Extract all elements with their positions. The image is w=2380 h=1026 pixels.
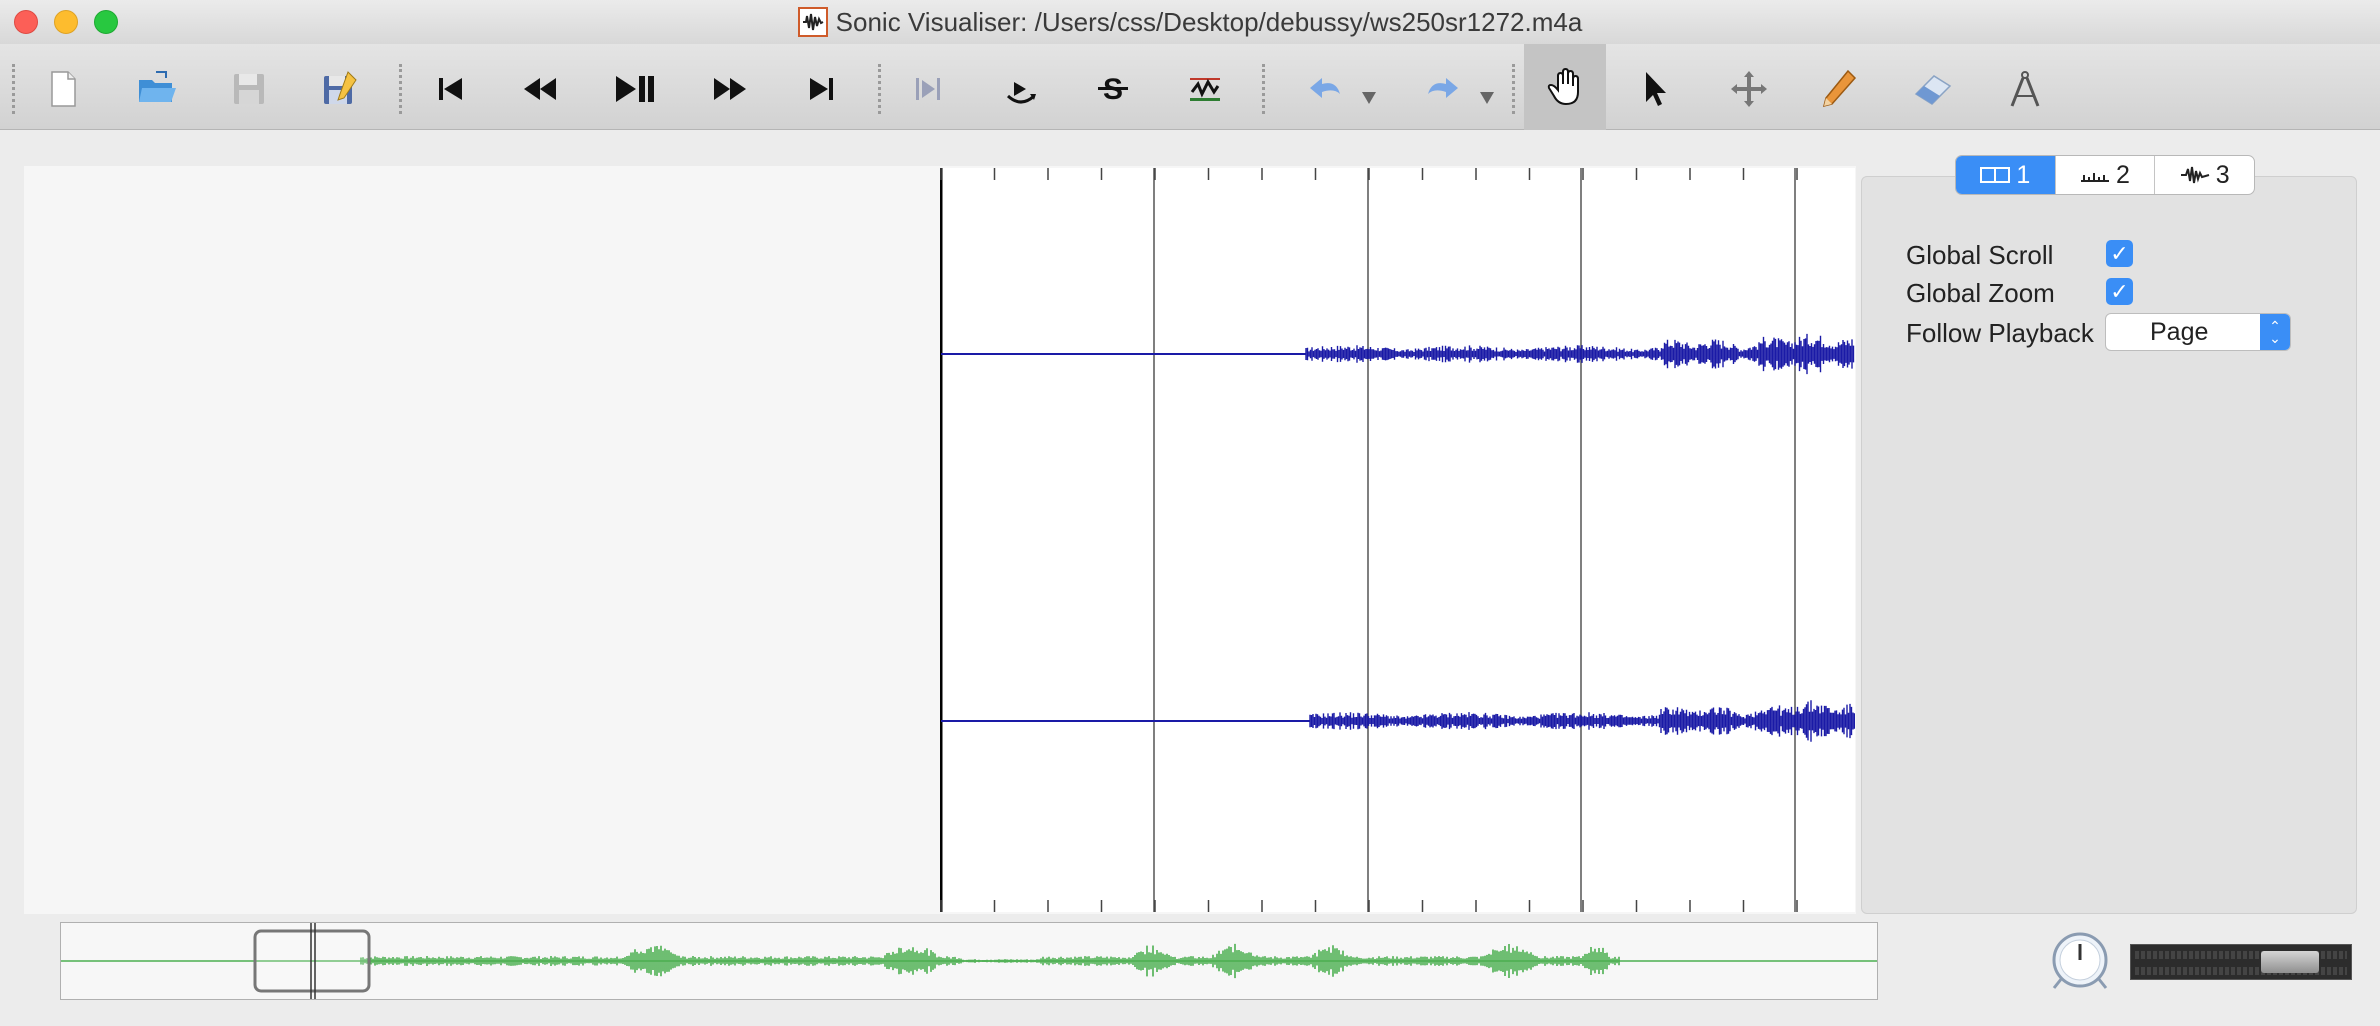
undo-dropdown-icon[interactable] <box>1360 88 1378 106</box>
waveform-view[interactable] <box>940 168 1855 912</box>
global-scroll-checkbox[interactable]: ✓ <box>2106 240 2133 267</box>
overview-viewport-box <box>253 929 371 993</box>
open-icon[interactable] <box>130 62 184 116</box>
save-icon[interactable] <box>222 62 276 116</box>
new-session-icon[interactable] <box>36 62 90 116</box>
global-scroll-label: Global Scroll <box>1906 240 2054 270</box>
fast-forward-icon[interactable] <box>702 62 756 116</box>
overview-waveform <box>61 923 1877 999</box>
move-icon[interactable] <box>1722 62 1776 116</box>
waveform-icon <box>2180 166 2209 184</box>
tab-ruler[interactable]: 2 <box>2056 156 2156 194</box>
play-selection-icon[interactable] <box>902 62 956 116</box>
pane-icon <box>1980 167 2011 183</box>
loop-icon[interactable] <box>994 62 1048 116</box>
tab-waveform[interactable]: 3 <box>2155 156 2254 194</box>
redo-dropdown-icon[interactable] <box>1478 88 1496 106</box>
global-zoom-label: Global Zoom <box>1906 278 2055 308</box>
playback-speed-dial[interactable] <box>2050 930 2110 990</box>
select-arrow-icon[interactable] <box>1628 62 1682 116</box>
toolbar: S <box>0 44 2380 130</box>
solo-icon[interactable]: S <box>1086 62 1140 116</box>
tab-label: 2 <box>2116 160 2130 189</box>
window-title: Sonic Visualiser: /Users/css/Desktop/deb… <box>835 6 1583 37</box>
slider-handle[interactable] <box>2261 951 2319 973</box>
follow-playback-label: Follow Playback <box>1906 318 2094 348</box>
tab-label: 3 <box>2215 160 2230 189</box>
channel-waveform <box>1309 700 1855 742</box>
follow-playback-value: Page <box>2150 318 2209 346</box>
waveform-svg <box>940 168 1855 912</box>
global-zoom-checkbox[interactable]: ✓ <box>2106 278 2133 305</box>
playback-gain-slider[interactable] <box>2130 944 2352 980</box>
draw-pencil-icon[interactable] <box>1812 62 1866 116</box>
rewind-start-icon[interactable] <box>424 62 478 116</box>
title-bar: Sonic Visualiser: /Users/css/Desktop/deb… <box>0 0 2380 44</box>
tab-pane[interactable]: 1 <box>1956 156 2056 194</box>
navigate-hand-icon[interactable] <box>1524 44 1606 130</box>
erase-icon[interactable] <box>1906 62 1960 116</box>
fast-forward-end-icon[interactable] <box>794 62 848 116</box>
measure-icon[interactable] <box>1998 62 2052 116</box>
app-icon <box>797 7 828 37</box>
follow-playback-select[interactable]: Page ⌃ ⌄ <box>2105 313 2291 351</box>
save-as-icon[interactable] <box>312 62 366 116</box>
ruler-icon <box>2081 173 2110 182</box>
align-icon[interactable] <box>1178 62 1232 116</box>
play-pause-icon[interactable] <box>608 62 662 116</box>
undo-icon[interactable] <box>1300 62 1354 116</box>
channel-waveform <box>1305 333 1855 375</box>
rewind-icon[interactable] <box>514 62 568 116</box>
minimize-window-button[interactable] <box>54 10 78 34</box>
maximize-window-button[interactable] <box>94 10 118 34</box>
chevron-updown-icon: ⌃ ⌄ <box>2260 314 2290 350</box>
redo-icon[interactable] <box>1414 62 1468 116</box>
sonic-visualiser-window: Sonic Visualiser: /Users/css/Desktop/deb… <box>0 0 2380 1026</box>
property-tabs: 1 2 3 <box>1955 155 2255 195</box>
overview-panel[interactable] <box>60 922 1878 1000</box>
close-window-button[interactable] <box>14 10 38 34</box>
tab-label: 1 <box>2016 160 2031 189</box>
